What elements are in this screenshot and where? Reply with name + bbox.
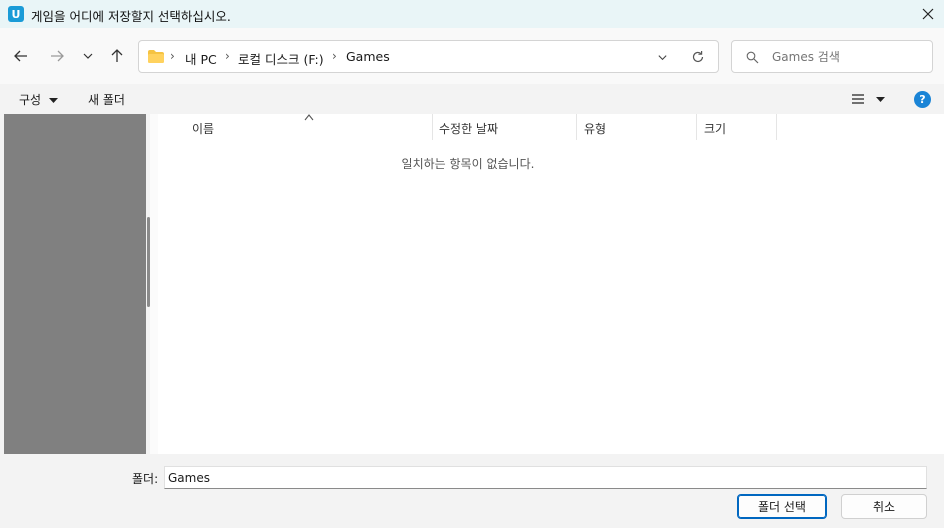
- breadcrumb-separator: ›: [225, 49, 230, 63]
- new-folder-button[interactable]: 새 폴더: [88, 91, 125, 108]
- breadcrumb-local-disk[interactable]: 로컬 디스크 (F:): [238, 49, 324, 68]
- organize-button[interactable]: 구성: [19, 91, 58, 108]
- help-icon: ?: [919, 93, 926, 106]
- close-button[interactable]: [912, 0, 944, 28]
- breadcrumb-games[interactable]: Games: [346, 49, 390, 64]
- refresh-button[interactable]: [689, 48, 707, 66]
- back-arrow-icon: [14, 50, 27, 62]
- navigation-pane[interactable]: [4, 114, 146, 454]
- pane-divider[interactable]: [150, 114, 158, 454]
- back-button[interactable]: [10, 45, 32, 67]
- search-icon: [746, 51, 759, 64]
- breadcrumb-this-pc[interactable]: 내 PC: [185, 49, 217, 68]
- refresh-icon: [692, 51, 704, 63]
- command-bar: 구성 새 폴더 ?: [0, 84, 944, 114]
- forward-arrow-icon: [51, 50, 64, 62]
- breadcrumb-separator: ›: [170, 49, 175, 63]
- folder-icon: [148, 50, 164, 63]
- window-title: 게임을 어디에 저장할지 선택하십시오.: [31, 9, 231, 24]
- file-list[interactable]: 이름 수정한 날짜 유형 크기 일치하는 항목이 없습니다.: [158, 114, 944, 454]
- breadcrumb-separator: ›: [332, 49, 337, 63]
- chevron-down-icon: [83, 53, 93, 59]
- up-arrow-icon: [111, 49, 123, 62]
- column-header-modified[interactable]: 수정한 날짜: [433, 114, 576, 140]
- column-header-size[interactable]: 크기: [697, 114, 776, 140]
- app-icon: U: [8, 6, 24, 22]
- column-header-type[interactable]: 유형: [577, 114, 696, 140]
- title-bar: U 게임을 어디에 저장할지 선택하십시오.: [0, 0, 944, 28]
- recent-locations-button[interactable]: [77, 45, 99, 67]
- navigation-bar: › 내 PC › 로컬 디스크 (F:) › Games: [0, 28, 944, 84]
- search-input[interactable]: [772, 46, 922, 68]
- folder-name-input[interactable]: [164, 466, 927, 489]
- organize-label: 구성: [19, 93, 42, 107]
- dialog-footer: 폴더: 폴더 선택 취소: [0, 454, 944, 528]
- forward-button[interactable]: [46, 45, 68, 67]
- sort-up-icon: [304, 114, 314, 121]
- change-view-button[interactable]: [850, 92, 888, 108]
- address-history-dropdown[interactable]: [654, 49, 670, 65]
- empty-list-message: 일치하는 항목이 없습니다.: [401, 157, 535, 171]
- column-divider[interactable]: [776, 114, 777, 140]
- chevron-down-icon: [657, 54, 667, 60]
- help-button[interactable]: ?: [914, 91, 931, 108]
- select-folder-button[interactable]: 폴더 선택: [737, 494, 827, 519]
- column-header-name[interactable]: 이름: [158, 114, 432, 140]
- up-button[interactable]: [106, 45, 128, 67]
- close-icon: [922, 8, 934, 20]
- address-bar[interactable]: › 내 PC › 로컬 디스크 (F:) › Games: [138, 40, 719, 73]
- folder-label: 폴더:: [132, 472, 159, 486]
- cancel-button[interactable]: 취소: [841, 494, 927, 519]
- search-box[interactable]: [731, 40, 933, 73]
- view-list-icon: [852, 94, 885, 104]
- column-header-name-label: 이름: [192, 122, 215, 136]
- chevron-down-icon: [48, 97, 58, 103]
